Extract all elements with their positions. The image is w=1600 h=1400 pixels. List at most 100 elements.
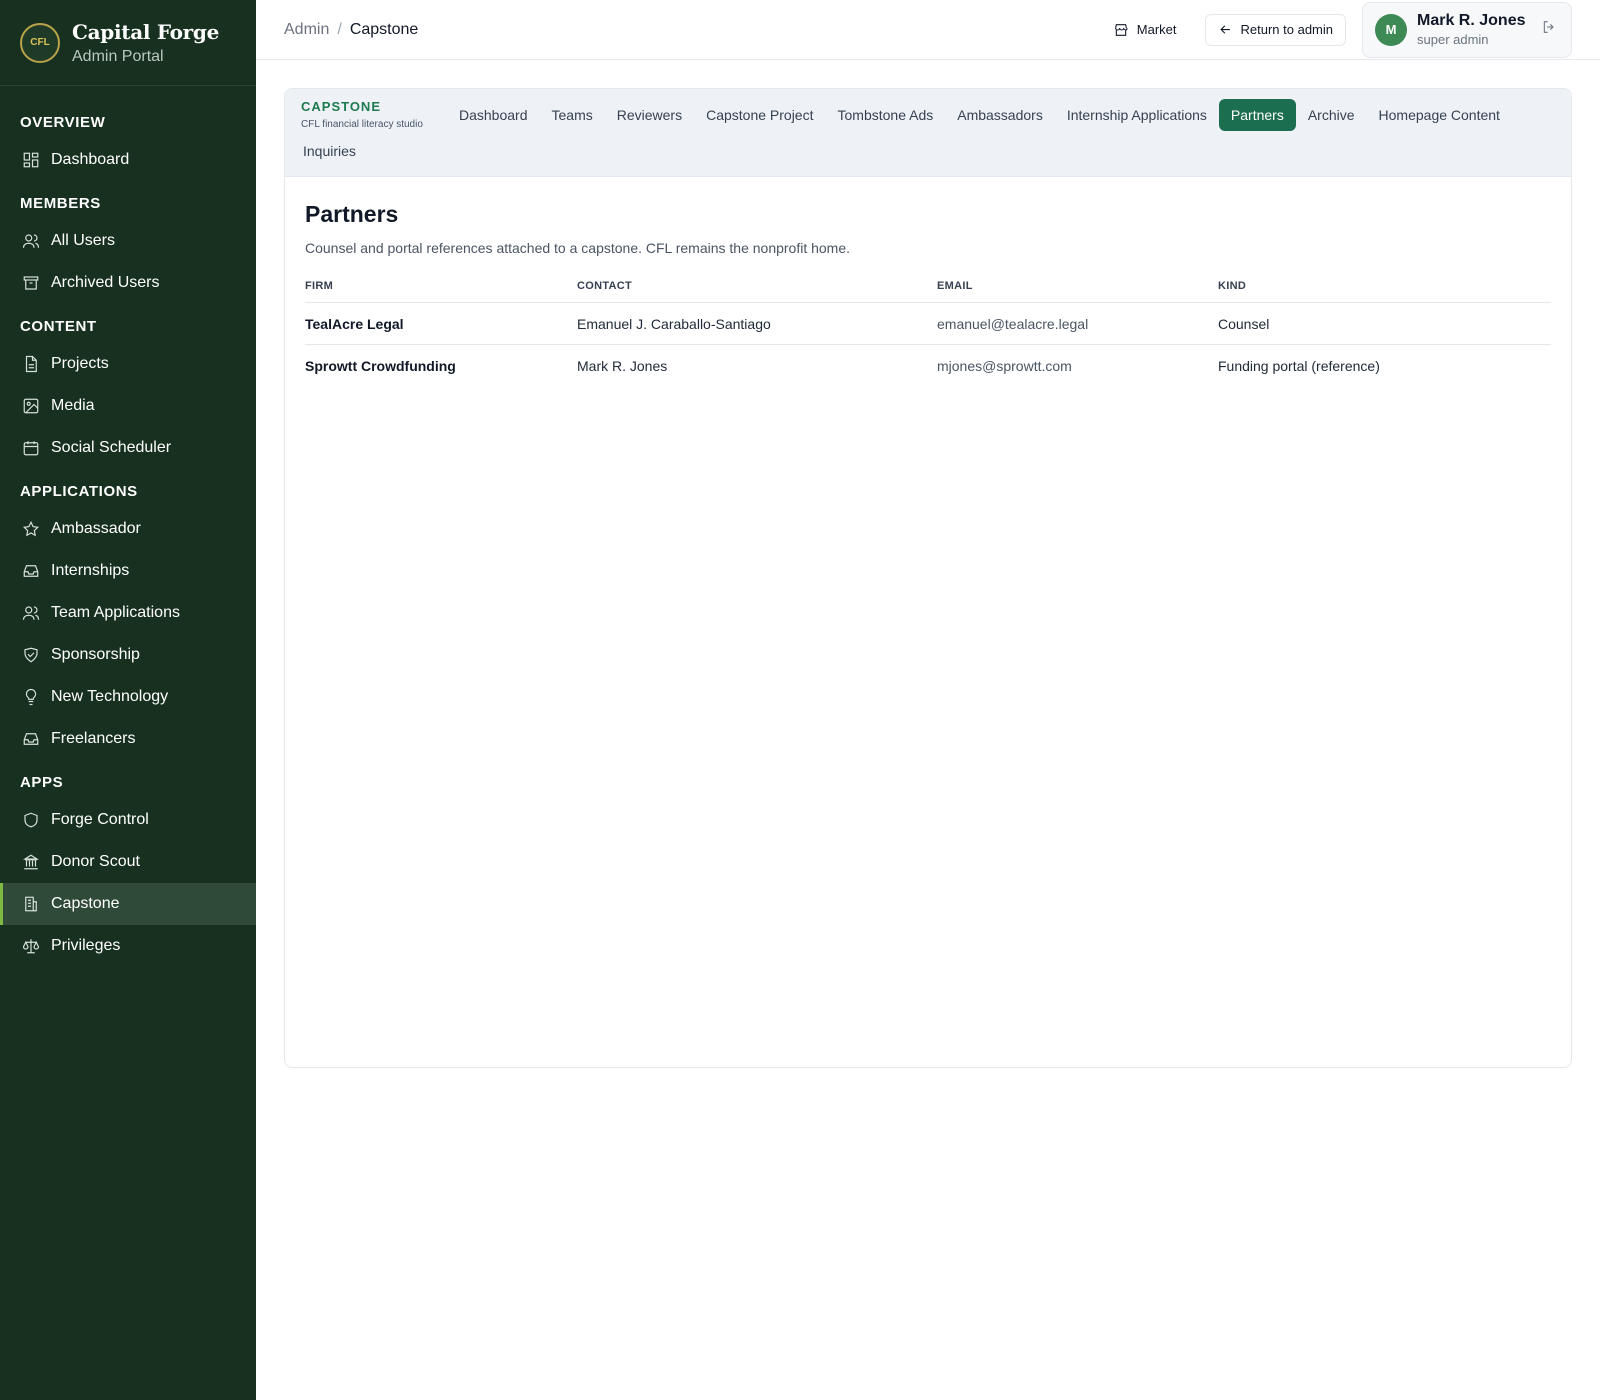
partners-section: Partners Counsel and portal references a… <box>285 177 1571 387</box>
user-role: super admin <box>1417 32 1489 47</box>
tab-internship-applications[interactable]: Internship Applications <box>1055 99 1219 131</box>
scale-icon <box>22 937 40 955</box>
capstone-header: CAPSTONE CFL financial literacy studio <box>301 99 423 130</box>
nav-group-title: APPLICATIONS <box>20 483 138 500</box>
sidebar-item-label: Media <box>51 397 95 414</box>
sidebar-item-media[interactable]: Media <box>0 385 256 427</box>
cell-contact: Emanuel J. Caraballo-Santiago <box>577 302 937 345</box>
brand-logo: CFL <box>20 22 60 63</box>
nav-group-title: MEMBERS <box>20 195 101 212</box>
brand-title: Capital Forge <box>72 19 220 44</box>
tab-capstone-project[interactable]: Capstone Project <box>694 99 825 131</box>
sidebar-item-social-scheduler[interactable]: Social Scheduler <box>0 427 256 469</box>
table-header-row: FIRM CONTACT EMAIL KIND <box>305 274 1551 303</box>
sidebar-item-label: Forge Control <box>51 811 149 828</box>
sidebar-item-donor-scout[interactable]: Donor Scout <box>0 841 256 883</box>
sidebar-item-label: Capstone <box>51 895 120 912</box>
tab-bar-row-2: Inquiries <box>291 135 368 167</box>
sidebar-item-label: Donor Scout <box>51 853 140 870</box>
sidebar-item-forge-control[interactable]: Forge Control <box>0 799 256 841</box>
cell-email[interactable]: emanuel@tealacre.legal <box>937 302 1218 345</box>
partners-table: FIRM CONTACT EMAIL KIND TealAcre Legal E… <box>305 274 1551 387</box>
brand[interactable]: CFL Capital Forge Admin Portal <box>0 0 256 86</box>
page-title: Partners <box>305 201 399 227</box>
tab-archive[interactable]: Archive <box>1296 99 1367 131</box>
sidebar-item-label: Ambassador <box>51 520 141 537</box>
sidebar-item-internships[interactable]: Internships <box>0 550 256 592</box>
sidebar: CFL Capital Forge Admin Portal OVERVIEW … <box>0 0 256 1400</box>
arrow-left-icon <box>1219 25 1230 34</box>
tab-inquiries[interactable]: Inquiries <box>291 135 368 167</box>
handshake-icon <box>22 646 40 664</box>
tab-teams[interactable]: Teams <box>540 99 605 131</box>
tab-tombstone-ads[interactable]: Tombstone Ads <box>826 99 946 131</box>
return-label: Return to admin <box>1240 22 1334 37</box>
sidebar-item-label: Dashboard <box>51 151 130 168</box>
cell-firm: TealAcre Legal <box>305 302 577 345</box>
inbox-icon <box>22 562 40 580</box>
store-icon <box>1114 23 1128 36</box>
nav-group-title: APPS <box>20 774 64 791</box>
cell-email[interactable]: mjones@sprowtt.com <box>937 345 1218 387</box>
sidebar-item-dashboard[interactable]: Dashboard <box>0 139 256 181</box>
sidebar-item-freelancers[interactable]: Freelancers <box>0 718 256 760</box>
sidebar-item-team-applications[interactable]: Team Applications <box>0 592 256 634</box>
sidebar-item-label: All Users <box>51 232 116 249</box>
nav-group-title: CONTENT <box>20 318 97 335</box>
sidebar-item-capstone[interactable]: Capstone <box>0 883 256 925</box>
user-card[interactable]: M Mark R. Jones super admin <box>1362 1 1572 58</box>
column-header-email: EMAIL <box>937 274 1218 303</box>
column-header-contact: CONTACT <box>577 274 937 303</box>
sidebar-nav: OVERVIEW Dashboard MEMBERS All Users Arc… <box>0 86 256 967</box>
page-description: Counsel and portal references attached t… <box>305 240 851 256</box>
sidebar-item-label: Social Scheduler <box>51 439 172 456</box>
sidebar-item-all-users[interactable]: All Users <box>0 220 256 262</box>
breadcrumb-separator: / <box>337 20 342 38</box>
sidebar-item-privileges[interactable]: Privileges <box>0 925 256 967</box>
capstone-tabs-area: CAPSTONE CFL financial literacy studio D… <box>285 89 1571 177</box>
tab-ambassadors[interactable]: Ambassadors <box>945 99 1055 131</box>
column-header-firm: FIRM <box>305 274 577 303</box>
sidebar-item-label: Archived Users <box>51 274 160 291</box>
tab-reviewers[interactable]: Reviewers <box>605 99 694 131</box>
cell-contact: Mark R. Jones <box>577 357 668 374</box>
cell-kind: Funding portal (reference) <box>1218 357 1380 374</box>
image-icon <box>22 397 40 415</box>
breadcrumb-current: Capstone <box>349 20 419 38</box>
capstone-card: CAPSTONE CFL financial literacy studio D… <box>284 88 1572 1068</box>
brand-subtitle: Admin Portal <box>72 47 164 65</box>
table-row[interactable]: TealAcre Legal Emanuel J. Caraballo-Sant… <box>305 302 1551 345</box>
sidebar-item-ambassador[interactable]: Ambassador <box>0 508 256 550</box>
calendar-icon <box>22 439 40 457</box>
tab-bar: Dashboard Teams Reviewers Capstone Proje… <box>447 99 1512 131</box>
market-button[interactable]: Market <box>1113 22 1177 38</box>
capstone-subtitle: CFL financial literacy studio <box>301 119 423 130</box>
sidebar-item-new-technology[interactable]: New Technology <box>0 676 256 718</box>
star-icon <box>22 520 40 538</box>
breadcrumb: Admin / Capstone <box>284 21 418 39</box>
shield-icon <box>22 811 40 829</box>
users-icon <box>22 604 40 622</box>
market-label: Market <box>1136 22 1177 37</box>
column-header-kind: KIND <box>1218 274 1551 303</box>
sidebar-item-archived-users[interactable]: Archived Users <box>0 262 256 304</box>
sidebar-item-projects[interactable]: Projects <box>0 343 256 385</box>
sidebar-item-label: Privileges <box>51 937 121 954</box>
archive-icon <box>22 274 40 292</box>
sidebar-item-label: Freelancers <box>51 730 136 747</box>
sidebar-item-label: Sponsorship <box>51 646 140 663</box>
lightbulb-icon <box>22 688 40 706</box>
cell-kind: Counsel <box>1218 302 1551 345</box>
user-name: Mark R. Jones <box>1417 12 1526 29</box>
cell-firm: Sprowtt Crowdfunding <box>305 357 456 374</box>
sidebar-item-sponsorship[interactable]: Sponsorship <box>0 634 256 676</box>
tab-partners[interactable]: Partners <box>1218 99 1296 131</box>
tab-homepage-content[interactable]: Homepage Content <box>1367 99 1512 131</box>
logout-icon[interactable] <box>1541 19 1557 40</box>
breadcrumb-admin[interactable]: Admin <box>284 21 329 39</box>
return-to-admin-button[interactable]: Return to admin <box>1204 13 1346 46</box>
tab-dashboard[interactable]: Dashboard <box>447 99 540 131</box>
table-row[interactable]: Sprowtt Crowdfunding Mark R. Jones mjone… <box>305 345 1551 387</box>
users-icon <box>22 232 40 250</box>
building-icon <box>22 895 40 913</box>
